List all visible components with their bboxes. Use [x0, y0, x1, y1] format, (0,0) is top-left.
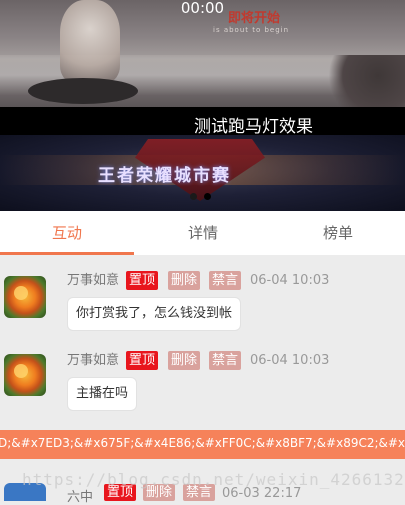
- marquee-text: 测试跑马灯效果: [194, 117, 313, 135]
- message-bubble: 主播在吗: [67, 377, 138, 411]
- pin-button[interactable]: 置顶: [126, 351, 159, 370]
- avatar[interactable]: [4, 354, 46, 396]
- tab-bar: 互动 详情 榜单: [0, 211, 405, 255]
- message-time: 06-04 10:03: [250, 273, 330, 288]
- tab-label: 互动: [51, 224, 82, 242]
- tab-ranking[interactable]: 榜单: [271, 211, 405, 255]
- banner-title: 王者荣耀城市赛: [98, 166, 231, 186]
- tab-label: 榜单: [322, 224, 353, 242]
- video-player[interactable]: 即将开始 is about to begin 00:00: [0, 0, 405, 107]
- carousel-dot[interactable]: [190, 193, 197, 200]
- watermark: https://blog.csdn.net/weixin_42661321: [22, 470, 405, 489]
- message-time: 06-04 10:03: [250, 353, 330, 368]
- notice-text: D;&#x7ED3;&#x675F;&#x4E86;&#xFF0C;&#x8BF…: [0, 436, 405, 450]
- carousel-dot-active[interactable]: [204, 193, 211, 200]
- video-overlay-subtitle: is about to begin: [213, 26, 290, 34]
- mute-button[interactable]: 禁言: [209, 271, 242, 290]
- mute-button[interactable]: 禁言: [209, 351, 242, 370]
- user-name: 万事如意: [67, 353, 120, 368]
- tab-interaction[interactable]: 互动: [0, 211, 134, 255]
- video-tree: [315, 55, 405, 107]
- video-rock: [28, 78, 138, 104]
- delete-button[interactable]: 删除: [168, 271, 201, 290]
- video-time: 00:00: [180, 0, 225, 17]
- marquee-bar: 测试跑马灯效果: [0, 107, 405, 135]
- tab-active-indicator: [0, 252, 134, 255]
- avatar[interactable]: [4, 276, 46, 318]
- tab-details[interactable]: 详情: [136, 211, 270, 255]
- delete-button[interactable]: 删除: [168, 351, 201, 370]
- user-name: 万事如意: [67, 273, 120, 288]
- message-bubble: 你打赏我了，怎么钱没到帐: [67, 297, 242, 331]
- notice-bar: D;&#x7ED3;&#x675F;&#x4E86;&#xFF0C;&#x8BF…: [0, 430, 405, 459]
- pin-button[interactable]: 置顶: [126, 271, 159, 290]
- banner-carousel[interactable]: 王者荣耀城市赛: [0, 135, 405, 211]
- tab-label: 详情: [187, 224, 218, 242]
